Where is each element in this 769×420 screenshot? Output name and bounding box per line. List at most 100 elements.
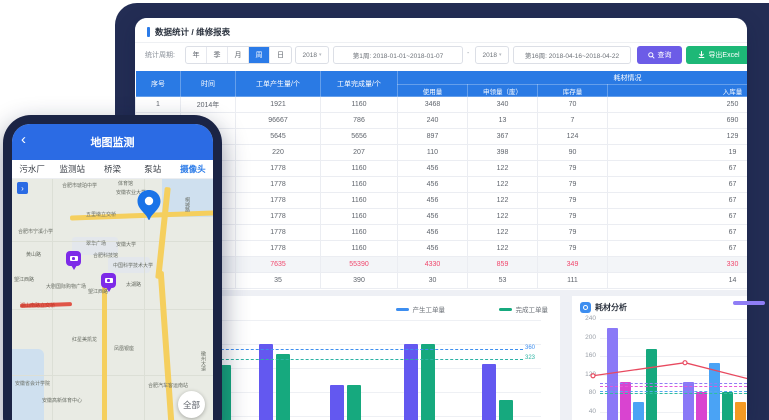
table-row[interactable]: 12014年19211160346834070250 (136, 97, 748, 113)
table-cell: 240 (398, 113, 468, 129)
table-cell: 1778 (236, 177, 321, 193)
table-row[interactable]: 177811604561227967 (136, 193, 748, 209)
table-row[interactable]: 2202071103989019 (136, 145, 748, 161)
map-expand-button[interactable]: › (17, 182, 28, 194)
map-label: 翠华广场 (86, 241, 106, 247)
bar-produced[interactable] (404, 344, 418, 420)
table-cell: 1160 (321, 225, 398, 241)
map-street (52, 179, 53, 420)
bar-produced[interactable] (482, 364, 496, 420)
bar-completed[interactable] (421, 344, 435, 420)
map-street (12, 309, 213, 310)
export-excel-button[interactable]: 导出Excel (686, 46, 747, 64)
query-button[interactable]: 查询 (637, 46, 682, 64)
table-row[interactable]: 177811604561227967 (136, 177, 748, 193)
map-road (102, 275, 107, 420)
bar-group1[interactable] (607, 328, 618, 420)
table-cell: 19 (608, 145, 748, 161)
table-cell: 35 (236, 273, 321, 289)
table-row[interactable]: 177811604561227967 (136, 225, 748, 241)
period-option-月[interactable]: 月 (228, 47, 249, 63)
table-cell: 250 (608, 97, 748, 113)
gridline (171, 344, 541, 345)
table-row[interactable]: 96667786240137690 (136, 113, 748, 129)
end-year-value: 2018 (483, 52, 497, 59)
phone-tab-泵站[interactable]: 泵站 (133, 160, 173, 178)
sub-column-header: 入库量 (608, 85, 748, 97)
table-cell: 5656 (321, 129, 398, 145)
period-option-日[interactable]: 日 (270, 47, 291, 63)
period-label: 统计周期: (145, 50, 175, 60)
table-row[interactable]: 177811604561227967 (136, 241, 748, 257)
table-row[interactable]: 56455656897367124129 (136, 129, 748, 145)
period-option-周[interactable]: 周 (249, 47, 270, 63)
table-cell: 456 (398, 209, 468, 225)
phone-tab-bar: 污水厂监测站桥梁泵站摄像头 (12, 160, 213, 179)
camera-pin[interactable] (101, 273, 116, 288)
y-axis-tick: 160 (574, 352, 596, 359)
table-row[interactable]: 177811604561227967 (136, 161, 748, 177)
map-road (158, 271, 177, 420)
table-cell: 122 (468, 241, 538, 257)
search-icon (648, 52, 655, 59)
map-label: 桐城路 (184, 197, 190, 212)
phone-mockup: ‹ 地图监测 污水厂监测站桥梁泵站摄像头 合肥市琥珀中学 (3, 115, 222, 420)
legend-item-completed[interactable]: 完成工单量 (499, 304, 549, 314)
reference-line (600, 383, 747, 384)
bar-completed[interactable] (276, 354, 290, 420)
all-button-label: 全部 (183, 399, 200, 411)
y-axis-tick: 80 (574, 389, 596, 396)
table-cell: 30 (398, 273, 468, 289)
bar-group2[interactable] (735, 402, 746, 420)
map-label: 合肥市宁溪小学 (18, 229, 53, 235)
bar-group2[interactable] (696, 392, 707, 420)
map-label: 凤凰银座 (114, 346, 134, 352)
table-cell: 5645 (236, 129, 321, 145)
bar-group1[interactable] (633, 402, 644, 420)
table-cell: 67 (608, 161, 748, 177)
table-cell: 4330 (398, 257, 468, 273)
bar-completed[interactable] (499, 400, 513, 420)
phone-header: ‹ 地图监测 (12, 124, 213, 160)
breadcrumb-accent-bar (147, 27, 150, 37)
start-week-select[interactable]: 第1周: 2018-01-01~2018-01-07 (333, 46, 463, 64)
map-all-button[interactable]: 全部 (178, 391, 205, 418)
map-label: 红星美凯龙 (72, 337, 97, 343)
end-week-value: 第16周: 2018-04-16~2018-04-22 (525, 50, 619, 60)
chevron-down-icon: ▾ (499, 52, 502, 58)
bar-group1[interactable] (646, 349, 657, 420)
bar-group2[interactable] (722, 392, 733, 420)
end-week-select[interactable]: 第16周: 2018-04-16~2018-04-22 (513, 46, 631, 64)
phone-tab-污水厂[interactable]: 污水厂 (12, 160, 52, 178)
camera-pin[interactable] (66, 251, 81, 266)
bar-produced[interactable] (330, 385, 344, 420)
chevron-down-icon: ▾ (319, 52, 322, 58)
table-cell: 390 (321, 273, 398, 289)
period-option-年[interactable]: 年 (186, 47, 207, 63)
bar-produced[interactable] (259, 344, 273, 420)
phone-tab-摄像头[interactable]: 摄像头 (173, 160, 213, 178)
selected-location-pin[interactable] (136, 189, 162, 221)
map-view[interactable]: 合肥市琥珀中学体育馆安徽农业大学五里墩立交桥合肥市宁溪小学翠华广场安徽大学合肥科… (12, 179, 213, 420)
table-cell: 122 (468, 193, 538, 209)
table-cell: 13 (468, 113, 538, 129)
table-cell: 14 (608, 273, 748, 289)
bar-completed[interactable] (347, 385, 361, 420)
start-year-select[interactable]: 2018 ▾ (295, 46, 329, 64)
phone-tab-监测站[interactable]: 监测站 (52, 160, 92, 178)
period-option-季[interactable]: 季 (207, 47, 228, 63)
legend-item-produced[interactable]: 产生工单量 (396, 304, 446, 314)
back-icon[interactable]: ‹ (21, 132, 26, 147)
gridline (600, 356, 747, 357)
bar-group2[interactable] (683, 382, 694, 420)
table-cell: 690 (608, 113, 748, 129)
map-label: 黄山路 (26, 252, 41, 258)
table-cell: 67 (608, 225, 748, 241)
table-row[interactable]: 177811604561227967 (136, 209, 748, 225)
breadcrumb: 数据统计 / 维修报表 (135, 24, 747, 40)
bar-group1[interactable] (620, 382, 631, 420)
trend-line (572, 296, 747, 420)
end-year-select[interactable]: 2018 ▾ (475, 46, 509, 64)
pie-chart-icon (580, 302, 591, 313)
phone-tab-桥梁[interactable]: 桥梁 (92, 160, 132, 178)
